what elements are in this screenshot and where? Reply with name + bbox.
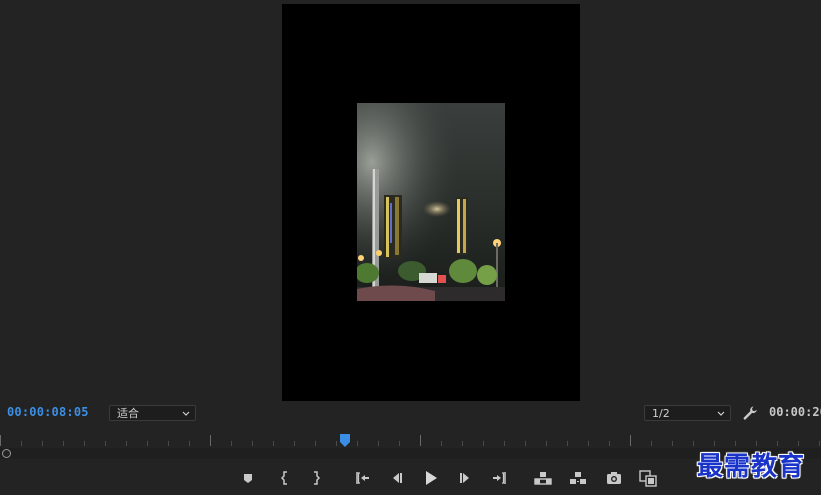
playback-resolution-value: 1/2 xyxy=(652,407,670,420)
step-back-button[interactable] xyxy=(387,469,405,487)
current-timecode[interactable]: 00:00:08:05 xyxy=(7,405,89,419)
export-frame-icon xyxy=(605,469,623,487)
chevron-down-icon xyxy=(182,405,190,426)
lift-button[interactable] xyxy=(534,469,552,487)
watermark-text: 最需教育 xyxy=(697,452,806,482)
add-marker-button[interactable] xyxy=(239,469,257,487)
zoom-scroll-handle[interactable] xyxy=(2,449,11,458)
settings-wrench-icon[interactable] xyxy=(742,405,758,421)
zoom-level-select[interactable]: 适合 xyxy=(109,405,196,421)
duration-timecode: 00:00:20 xyxy=(769,405,821,419)
comparison-view-button[interactable] xyxy=(639,469,657,487)
comparison-view-icon xyxy=(639,469,657,487)
go-to-out-icon xyxy=(491,469,509,487)
mark-in-button[interactable] xyxy=(276,469,294,487)
mark-in-icon xyxy=(276,469,294,487)
export-frame-button[interactable] xyxy=(605,469,623,487)
extract-button[interactable] xyxy=(569,469,587,487)
extract-icon xyxy=(569,469,587,487)
chevron-down-icon xyxy=(717,405,725,426)
go-to-out-button[interactable] xyxy=(491,469,509,487)
video-clip-image xyxy=(357,103,505,301)
mark-out-button[interactable] xyxy=(307,469,325,487)
go-to-in-icon xyxy=(353,469,371,487)
step-forward-icon xyxy=(457,469,475,487)
video-frame[interactable] xyxy=(282,4,580,401)
step-back-icon xyxy=(387,469,405,487)
zoom-level-value: 适合 xyxy=(117,407,139,420)
mark-out-icon xyxy=(307,469,325,487)
playhead[interactable] xyxy=(339,433,351,447)
step-forward-button[interactable] xyxy=(457,469,475,487)
go-to-in-button[interactable] xyxy=(353,469,371,487)
lift-icon xyxy=(534,469,552,487)
play-icon xyxy=(422,469,440,487)
program-monitor: 00:00:08:05 适合 1/2 00:00:20 xyxy=(0,0,821,495)
play-button[interactable] xyxy=(422,469,440,487)
playback-resolution-select[interactable]: 1/2 xyxy=(644,405,731,421)
add-marker-icon xyxy=(239,469,257,487)
